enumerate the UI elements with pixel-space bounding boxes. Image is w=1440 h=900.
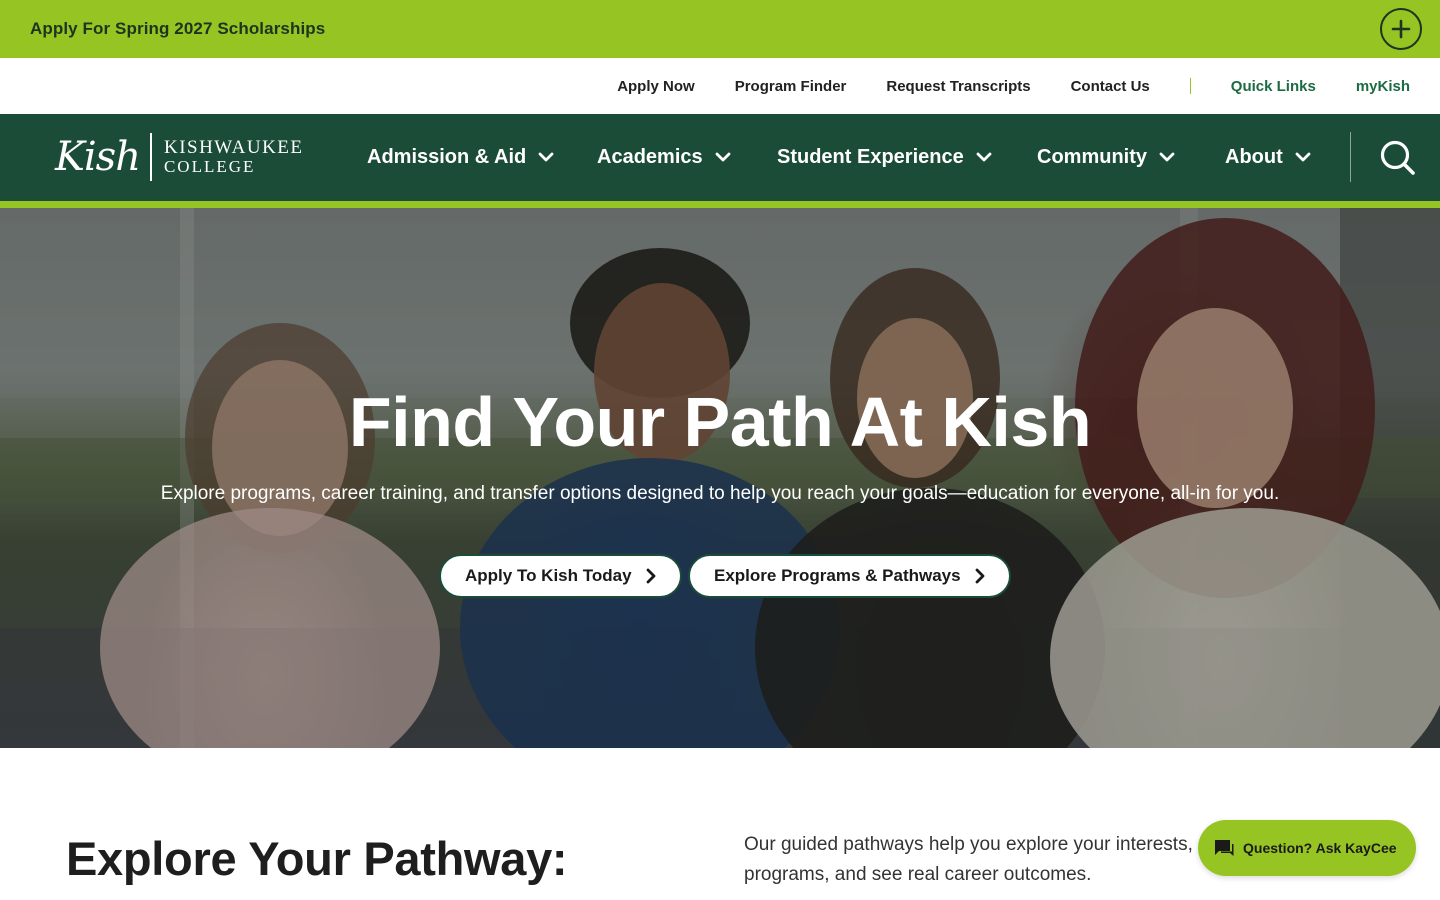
alert-text[interactable]: Apply For Spring 2027 Scholarships xyxy=(30,19,325,39)
nav-community-label: Community xyxy=(1037,145,1147,168)
program-finder-link[interactable]: Program Finder xyxy=(735,78,847,95)
pathway-title: Explore Your Pathway: xyxy=(66,832,568,885)
apply-now-link[interactable]: Apply Now xyxy=(617,78,695,95)
utility-nav: Apply Now Program Finder Request Transcr… xyxy=(0,58,1440,114)
nav-separator xyxy=(1350,132,1351,182)
search-button[interactable] xyxy=(1378,138,1418,178)
mykish-link[interactable]: myKish xyxy=(1356,78,1410,95)
apply-to-kish-label: Apply To Kish Today xyxy=(465,566,632,585)
logo-line-2: COLLEGE xyxy=(163,157,256,176)
nav-student-experience[interactable]: Student Experience xyxy=(777,140,992,174)
chevron-right-icon xyxy=(646,568,656,584)
nav-student-experience-label: Student Experience xyxy=(777,145,964,168)
hero-title: Find Your Path At Kish xyxy=(348,383,1092,461)
utility-divider xyxy=(1189,78,1191,94)
explore-programs-label: Explore Programs & Pathways xyxy=(714,566,961,585)
nav-admission-aid[interactable]: Admission & Aid xyxy=(367,140,554,174)
chevron-down-icon xyxy=(715,152,731,162)
nav-community[interactable]: Community xyxy=(1037,140,1175,174)
quick-links-link[interactable]: Quick Links xyxy=(1231,78,1316,95)
logo-wordmark: KISHWAUKEE COLLEGE xyxy=(164,138,304,176)
kishwaukee-college-logo[interactable]: Kish KISHWAUKEE COLLEGE xyxy=(55,131,304,183)
logo-divider xyxy=(149,133,152,181)
nav-academics[interactable]: Academics xyxy=(597,140,731,174)
search-icon xyxy=(1380,140,1415,175)
hero-overlay xyxy=(0,208,1440,748)
nav-admission-aid-label: Admission & Aid xyxy=(367,145,527,168)
chevron-down-icon xyxy=(976,152,992,162)
apply-to-kish-button[interactable]: Apply To Kish Today xyxy=(439,554,682,598)
scholarship-alert-bar: Apply For Spring 2027 Scholarships xyxy=(0,0,1440,58)
chevron-down-icon xyxy=(1295,152,1311,162)
nav-academics-label: Academics xyxy=(597,145,703,168)
chevron-down-icon xyxy=(1159,152,1175,162)
chat-widget-label: Question? Ask KayCee xyxy=(1243,840,1397,856)
nav-about[interactable]: About xyxy=(1225,140,1311,174)
nav-accent-strip xyxy=(0,201,1440,208)
chat-widget-button[interactable]: Question? Ask KayCee xyxy=(1198,820,1416,876)
hero-subtitle: Explore programs, career training, and t… xyxy=(160,483,1280,504)
request-transcripts-link[interactable]: Request Transcripts xyxy=(886,78,1030,95)
contact-us-link[interactable]: Contact Us xyxy=(1071,78,1150,95)
chevron-down-icon xyxy=(538,152,554,162)
expand-alert-button[interactable] xyxy=(1380,8,1422,50)
nav-about-label: About xyxy=(1225,145,1283,168)
chat-bubble-icon xyxy=(1215,840,1234,856)
explore-programs-button[interactable]: Explore Programs & Pathways xyxy=(688,554,1011,598)
logo-line-1: KISHWAUKEE xyxy=(163,137,304,158)
plus-icon xyxy=(1391,19,1411,39)
logo-script: Kish xyxy=(55,134,141,180)
hero-banner: Find Your Path At Kish Explore programs,… xyxy=(0,208,1440,748)
chevron-right-icon xyxy=(975,568,985,584)
